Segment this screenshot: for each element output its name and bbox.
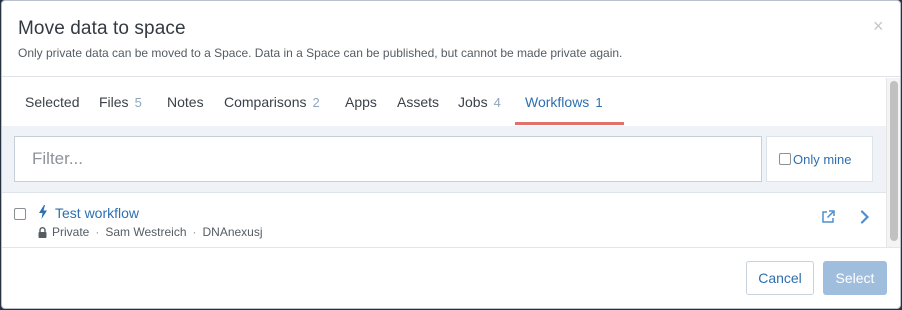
tab-workflows[interactable]: Workflows 1 <box>525 94 603 110</box>
tab-label: Workflows <box>525 94 590 110</box>
lock-icon <box>38 226 47 238</box>
tab-label: Apps <box>345 94 377 110</box>
close-icon[interactable]: × <box>873 17 884 35</box>
tab-count: 5 <box>134 95 142 110</box>
tab-assets[interactable]: Assets <box>397 94 439 110</box>
tab-count: 4 <box>493 95 501 110</box>
external-link-icon[interactable] <box>821 210 835 224</box>
tab-label: Jobs <box>458 94 488 110</box>
only-mine-label: Only mine <box>793 151 852 167</box>
filter-input[interactable] <box>14 136 762 182</box>
tab-label: Comparisons <box>224 94 307 110</box>
workflow-title-link[interactable]: Test workflow <box>55 205 139 221</box>
move-to-space-modal: Move data to space Only private data can… <box>1 0 901 309</box>
filter-bar: Only mine <box>2 126 886 193</box>
bolt-icon <box>39 205 47 219</box>
chevron-right-icon[interactable] <box>860 210 870 224</box>
tab-label: Files <box>99 94 129 110</box>
cancel-button[interactable]: Cancel <box>746 261 814 295</box>
tab-label: Notes <box>167 94 204 110</box>
scrollbar-thumb[interactable] <box>890 81 898 241</box>
visibility-label: Private <box>52 225 90 239</box>
owner-label: Sam Westreich <box>105 225 187 239</box>
list-item[interactable]: Test workflow Private · Sam Westreich · … <box>2 196 886 247</box>
meta-separator: · <box>95 225 100 239</box>
modal-footer: Cancel Select <box>2 247 900 308</box>
row-checkbox[interactable] <box>14 208 26 220</box>
tab-apps[interactable]: Apps <box>345 94 377 110</box>
row-meta: Private · Sam Westreich · DNAnexusj <box>38 225 263 239</box>
tab-bar: Selected Files 5 Notes Comparisons 2 Apps … <box>2 78 886 126</box>
tab-files[interactable]: Files 5 <box>99 94 142 110</box>
modal-header: Move data to space Only private data can… <box>2 1 900 77</box>
tab-count: 1 <box>595 95 603 110</box>
only-mine-checkbox[interactable] <box>779 153 791 165</box>
modal-title: Move data to space <box>18 18 186 39</box>
org-label: DNAnexusj <box>202 225 263 239</box>
tab-label: Selected <box>25 94 80 110</box>
tab-selected[interactable]: Selected <box>25 94 79 110</box>
tab-comparisons[interactable]: Comparisons 2 <box>224 94 320 110</box>
tab-count: 2 <box>312 95 320 110</box>
tab-label: Assets <box>397 94 440 110</box>
meta-separator: · <box>192 225 197 239</box>
only-mine-toggle[interactable]: Only mine <box>766 136 873 182</box>
modal-subtitle: Only private data can be moved to a Spac… <box>18 46 623 60</box>
tab-notes[interactable]: Notes <box>167 94 204 110</box>
active-tab-underline <box>515 122 624 125</box>
tab-jobs[interactable]: Jobs 4 <box>458 94 501 110</box>
scrollbar[interactable] <box>886 78 900 247</box>
modal-body: Selected Files 5 Notes Comparisons 2 Apps … <box>2 78 900 247</box>
select-button[interactable]: Select <box>823 261 887 295</box>
